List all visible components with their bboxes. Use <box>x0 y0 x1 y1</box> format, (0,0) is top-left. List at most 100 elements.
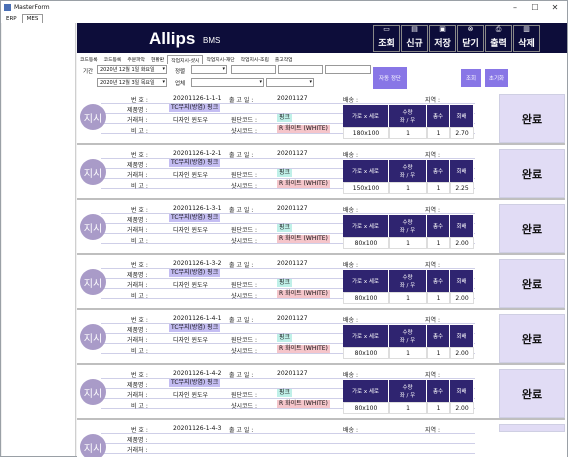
sash-code-label: 샷시코드 : <box>231 183 258 190</box>
size-header: 가로 x 세로 <box>343 270 389 292</box>
qty-label: 수량 <box>402 165 413 171</box>
delivery-label: 배송 : <box>343 427 358 434</box>
toolbar-button-label: 조회 <box>378 39 395 49</box>
toolbar-button-2[interactable]: ▣ 저장 <box>429 25 456 52</box>
menu-mes[interactable]: MES <box>21 14 44 23</box>
status-done-button[interactable]: 완료 <box>499 204 565 253</box>
maximize-icon[interactable]: ☐ <box>525 1 545 14</box>
product-label: 제품명 : <box>127 437 148 444</box>
tab-1[interactable]: 코드등록 <box>101 55 125 64</box>
tab-4[interactable]: 작업지시-샷시 <box>167 55 204 64</box>
date-to-picker[interactable]: 2020년 12월 3일 목요일 ▾ <box>97 78 167 87</box>
sash-code: R 화이트 (WHITE) <box>277 345 330 353</box>
ratio-value: 2.25 <box>450 182 474 194</box>
instruction-badge: 지시 <box>80 379 106 405</box>
tab-0[interactable]: 코드등록 <box>77 55 101 64</box>
base-code-label: 원단코드 : <box>231 392 258 399</box>
toolbar-button-0[interactable]: ▭ 조회 <box>373 25 400 52</box>
order-card[interactable]: 지시 번 호 : 제품명 : 거래처 : 비 고 : 20201126-1-4-2 TC무지… <box>77 368 565 420</box>
status-done-button[interactable]: 완료 <box>499 369 565 418</box>
sash-code-label: 샷시코드 : <box>231 403 258 410</box>
order-card[interactable]: 지시 번 호 : 제품명 : 거래처 : 비 고 : 20201126-1-1-1 TC무지… <box>77 93 565 145</box>
instruction-badge: 지시 <box>80 269 106 295</box>
order-table: 가로 x 세로 수량 좌 / 우 총수 회배 180x100 1 1 2.70 <box>343 105 474 139</box>
search-button[interactable]: 조회 <box>461 69 481 87</box>
no-label: 번 호 : <box>131 152 148 159</box>
order-card[interactable]: 지시 번 호 : 제품명 : 거래처 : 비 고 : 20201126-1-2-1 TC무지… <box>77 148 565 200</box>
qty-sub-label: 좌 / 우 <box>399 393 416 399</box>
qty-sub-label: 좌 / 우 <box>399 283 416 289</box>
sash-code-label: 샷시코드 : <box>231 293 258 300</box>
menu-erp[interactable]: ERP <box>1 14 22 23</box>
qty-header: 수량 좌 / 우 <box>389 325 427 347</box>
sash-code-label: 샷시코드 : <box>231 128 258 135</box>
toolbar-button-4[interactable]: ⎙ 출력 <box>485 25 512 52</box>
tab-6[interactable]: 작업지시-조립 <box>238 55 272 64</box>
note-label: 비 고 : <box>131 183 148 190</box>
status-done-button[interactable]: 완료 <box>499 94 565 143</box>
qty-sub-label: 좌 / 우 <box>399 228 416 234</box>
size-value: 80x100 <box>343 402 389 414</box>
tab-5[interactable]: 작업지시-재단 <box>203 55 237 64</box>
toolbar-button-3[interactable]: ⊗ 닫기 <box>457 25 484 52</box>
close-icon[interactable]: ✕ <box>545 1 565 14</box>
qty-sub-label: 좌 / 우 <box>399 118 416 124</box>
title-bar: MasterForm – ☐ ✕ <box>1 1 567 14</box>
qty-value: 1 <box>389 402 427 414</box>
auto-button[interactable]: 자동 정단 <box>373 67 407 89</box>
tab-3[interactable]: 현황판 <box>148 55 167 64</box>
ship-date-label: 출 고 일 : <box>229 372 254 379</box>
qty-sub-label: 좌 / 우 <box>399 173 416 179</box>
filter-input-3[interactable] <box>325 65 371 74</box>
qty-header: 수량 좌 / 우 <box>389 105 427 127</box>
total-value: 1 <box>427 402 450 414</box>
total-header: 총수 <box>427 215 450 237</box>
qty-sub-label: 좌 / 우 <box>399 338 416 344</box>
status-done-button[interactable]: 완료 <box>499 149 565 198</box>
date-from-picker[interactable]: 2020년 12월 1일 화요일 ▾ <box>97 65 167 74</box>
vendor-label: 업체 <box>175 81 186 87</box>
vendor-select-2[interactable]: ▾ <box>266 78 314 87</box>
order-card[interactable]: 지시 번 호 : 제품명 : 거래처 : 비 고 : 20201126-1-3-1 TC무지… <box>77 203 565 255</box>
toolbar-button-label: 삭제 <box>518 39 535 49</box>
left-panel <box>2 23 76 456</box>
order-card[interactable]: 지시 번 호 : 제품명 : 거래처 : 비 고 : 20201126-1-3-2 TC무지… <box>77 258 565 310</box>
total-header: 총수 <box>427 270 450 292</box>
status-done-button[interactable] <box>499 424 565 432</box>
client-name: 디자인 윈도우 <box>173 392 209 399</box>
toolbar-button-5[interactable]: ▥ 삭제 <box>513 25 540 52</box>
status-done-button[interactable]: 완료 <box>499 259 565 308</box>
order-card[interactable]: 지시 번 호 : 제품명 : 거래처 : 비 고 : 20201126-1-4-1 TC무지… <box>77 313 565 365</box>
sash-code-label: 샷시코드 : <box>231 238 258 245</box>
reset-button[interactable]: 초기화 <box>485 69 508 87</box>
delivery-label: 배송 : <box>343 97 358 104</box>
ratio-value: 2.00 <box>450 347 474 359</box>
ratio-value: 2.00 <box>450 237 474 249</box>
qty-value: 1 <box>389 127 427 139</box>
tab-7[interactable]: 출고작업 <box>272 55 296 64</box>
size-header: 가로 x 세로 <box>343 325 389 347</box>
tab-2[interactable]: 주문파악 <box>124 55 148 64</box>
sash-code: R 화이트 (WHITE) <box>277 235 330 243</box>
region-label: 지역 : <box>425 262 440 269</box>
filter-input-1[interactable] <box>231 65 276 74</box>
menu-bar: ERP MES <box>1 14 567 23</box>
minimize-icon[interactable]: – <box>505 1 525 14</box>
vendor-select[interactable]: ▾ <box>191 78 264 87</box>
toolbar-button-label: 출력 <box>490 39 507 49</box>
status-done-button[interactable]: 완료 <box>499 314 565 363</box>
sort-select[interactable]: ▾ <box>191 65 227 74</box>
chevron-down-icon: ▾ <box>162 79 165 85</box>
ship-date-label: 출 고 일 : <box>229 262 254 269</box>
no-label: 번 호 : <box>131 317 148 324</box>
order-card[interactable]: 지시번 호 :제품명 :거래처 :비 고 :20201126-1-4-3출 고 … <box>77 423 565 457</box>
chevron-down-icon: ▾ <box>259 79 262 85</box>
toolbar-button-label: 닫기 <box>462 39 479 49</box>
region-label: 지역 : <box>425 317 440 324</box>
ratio-value: 2.00 <box>450 292 474 304</box>
toolbar-button-1[interactable]: ▤ 신규 <box>401 25 428 52</box>
qty-label: 수량 <box>402 275 413 281</box>
region-label: 지역 : <box>425 372 440 379</box>
ratio-header: 회배 <box>450 105 474 127</box>
filter-input-2[interactable] <box>278 65 323 74</box>
